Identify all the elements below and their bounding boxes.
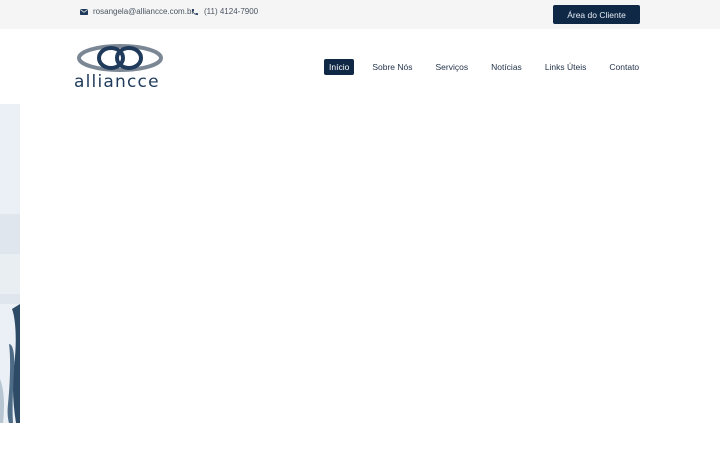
page-bottom <box>0 423 720 450</box>
main-nav: Início Sobre Nós Serviços Notícias Links… <box>324 59 639 75</box>
top-bar: rosangela@alliancce.com.br (11) 4124-790… <box>0 0 720 29</box>
interlocking-rings-logo <box>77 44 163 72</box>
email-contact[interactable]: rosangela@alliancce.com.br <box>80 7 194 16</box>
site-logo[interactable]: alliancce <box>74 43 166 93</box>
phone-text[interactable]: (11) 4124-7900 <box>204 7 258 16</box>
nav-item-contato[interactable]: Contato <box>609 59 639 75</box>
site-header: alliancce Início Sobre Nós Serviços Notí… <box>0 29 720 104</box>
envelope-icon <box>80 8 88 15</box>
hero-banner <box>0 104 720 423</box>
phone-icon <box>191 8 199 16</box>
client-area-button[interactable]: Área do Cliente <box>553 5 640 24</box>
nav-item-sobre-nos[interactable]: Sobre Nós <box>372 59 412 75</box>
email-text[interactable]: rosangela@alliancce.com.br <box>93 7 194 16</box>
logo-text: alliancce <box>74 72 160 92</box>
nav-item-noticias[interactable]: Notícias <box>491 59 522 75</box>
nav-item-servicos[interactable]: Serviços <box>436 59 469 75</box>
hero-image-fragment <box>0 104 20 423</box>
phone-contact[interactable]: (11) 4124-7900 <box>191 7 258 16</box>
hero-image-edge <box>0 104 20 423</box>
nav-item-links-uteis[interactable]: Links Úteis <box>545 59 587 75</box>
nav-item-inicio[interactable]: Início <box>324 59 355 75</box>
